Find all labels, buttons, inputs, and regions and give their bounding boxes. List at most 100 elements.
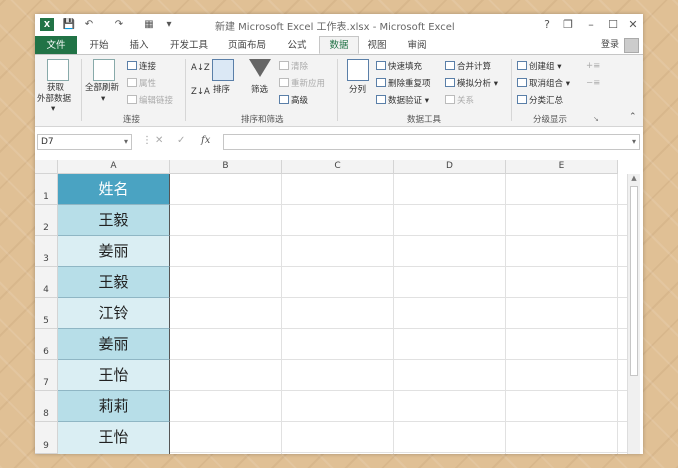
row-header[interactable]: 8 <box>35 391 58 422</box>
reapply-icon <box>279 78 289 87</box>
form-icon[interactable]: ▦ <box>142 18 156 32</box>
consolidate-button[interactable]: 合并计算 <box>445 61 491 73</box>
subtotal-button[interactable]: 分类汇总 <box>517 95 563 107</box>
column-d-cells[interactable] <box>394 174 506 454</box>
excel-logo-icon[interactable]: X <box>40 18 54 31</box>
window-title: 新建 Microsoft Excel 工作表.xlsx - Microsoft … <box>215 22 455 33</box>
row-header[interactable]: 3 <box>35 236 58 267</box>
column-f-cells[interactable] <box>618 174 627 454</box>
cell-a5[interactable]: 江铃 <box>58 298 170 329</box>
remove-duplicates-button[interactable]: 删除重复项 <box>376 78 431 90</box>
close-button[interactable]: ✕ <box>624 17 642 33</box>
flash-fill-button[interactable]: 快速填充 <box>376 61 422 73</box>
relationships-icon <box>445 95 455 104</box>
row-header[interactable]: 4 <box>35 267 58 298</box>
column-e-cells[interactable] <box>506 174 618 454</box>
column-b-cells[interactable] <box>170 174 282 454</box>
ribbon-display-options-icon[interactable]: ❐ <box>559 17 577 33</box>
cell-a7[interactable]: 王怡 <box>58 360 170 391</box>
properties-icon <box>127 78 137 87</box>
column-header-b[interactable]: B <box>170 160 282 174</box>
connections-button[interactable]: 连接 <box>127 61 156 73</box>
get-external-data-button[interactable]: 获取 <box>47 83 64 94</box>
sort-ascending-button[interactable]: A↓Z <box>191 63 210 74</box>
cell-a4[interactable]: 王毅 <box>58 267 170 298</box>
tab-review[interactable]: 审阅 <box>401 36 433 55</box>
cell-a1[interactable]: 姓名 <box>58 174 170 205</box>
reapply-button[interactable]: 重新应用 <box>279 78 325 90</box>
maximize-button[interactable]: ☐ <box>604 17 622 33</box>
group-button[interactable]: 创建组 ▾ <box>517 61 561 73</box>
column-header-c[interactable]: C <box>282 160 394 174</box>
text-to-columns-button[interactable]: 分列 <box>349 85 366 96</box>
collapse-ribbon-icon[interactable]: ⌃ <box>629 112 637 122</box>
redo-icon[interactable]: ↷ <box>112 18 126 32</box>
cell-a8[interactable]: 莉莉 <box>58 391 170 422</box>
properties-button[interactable]: 属性 <box>127 78 156 90</box>
hide-detail-icon[interactable]: −≡ <box>586 78 600 89</box>
dialog-launcher-icon[interactable]: ↘ <box>593 115 599 123</box>
sign-in-link[interactable]: 登录 <box>601 36 619 55</box>
row-header[interactable]: 9 <box>35 422 58 454</box>
filter-button[interactable]: 筛选 <box>251 85 268 96</box>
data-validation-button[interactable]: 数据验证 ▾ <box>376 95 429 107</box>
what-if-analysis-button[interactable]: 模拟分析 ▾ <box>445 78 498 90</box>
cell-a2[interactable]: 王毅 <box>58 205 170 236</box>
column-c-cells[interactable] <box>282 174 394 454</box>
sort-button[interactable]: 排序 <box>213 85 230 96</box>
show-detail-icon[interactable]: +≡ <box>586 61 600 72</box>
ungroup-button[interactable]: 取消组合 ▾ <box>517 78 570 90</box>
minimize-button[interactable]: – <box>582 17 600 33</box>
undo-icon[interactable]: ↶ <box>82 18 96 32</box>
tab-insert[interactable]: 插入 <box>123 36 155 55</box>
chevron-down-icon[interactable]: ▾ <box>101 94 105 105</box>
tab-view[interactable]: 视图 <box>361 36 393 55</box>
relationships-button[interactable]: 关系 <box>445 95 474 107</box>
worksheet-grid[interactable]: A B C D E 1 姓名 2 王毅 3 姜丽 4 王毅 5 江铃 6 姜丽 … <box>35 160 643 454</box>
row-header[interactable]: 1 <box>35 174 58 205</box>
vertical-scrollbar[interactable]: ▲ <box>627 174 640 454</box>
scrollbar-thumb[interactable] <box>630 186 638 376</box>
cell-a9[interactable]: 王怡 <box>58 422 170 454</box>
row-header[interactable]: 6 <box>35 329 58 360</box>
chevron-down-icon[interactable]: ▾ <box>124 135 128 149</box>
advanced-filter-icon <box>279 95 289 104</box>
group-label-outline: 分级显示 <box>533 115 568 125</box>
enter-icon[interactable]: ✓ <box>177 135 185 146</box>
tab-formulas[interactable]: 公式 <box>281 36 313 55</box>
scroll-up-icon[interactable]: ▲ <box>628 174 640 182</box>
save-icon[interactable]: 💾 <box>62 18 76 32</box>
customize-qat-icon[interactable]: ▾ <box>162 18 176 32</box>
flash-fill-icon <box>376 61 386 70</box>
tab-home[interactable]: 开始 <box>83 36 115 55</box>
edit-links-button[interactable]: 编辑链接 <box>127 95 173 107</box>
sort-descending-button[interactable]: Z↓A <box>191 87 210 98</box>
chevron-down-icon[interactable]: ▾ <box>632 137 636 146</box>
cell-a3[interactable]: 姜丽 <box>58 236 170 267</box>
help-button[interactable]: ? <box>538 17 556 33</box>
row-header[interactable]: 5 <box>35 298 58 329</box>
cancel-icon[interactable]: ✕ <box>155 135 163 146</box>
column-header-d[interactable]: D <box>394 160 506 174</box>
insert-function-icon[interactable]: fx <box>201 135 210 146</box>
excel-window: X 💾 ↶ ↷ ▦ ▾ 新建 Microsoft Excel 工作表.xlsx … <box>35 14 643 454</box>
select-all-button[interactable] <box>35 160 58 174</box>
column-header-a[interactable]: A <box>58 160 170 174</box>
chevron-down-icon[interactable]: ▾ <box>51 104 55 115</box>
group-label-connections: 连接 <box>123 115 141 125</box>
name-box[interactable]: D7 ▾ <box>37 134 132 150</box>
refresh-all-button[interactable]: 全部刷新 <box>85 83 119 94</box>
tab-file[interactable]: 文件 <box>35 36 77 55</box>
subtotal-icon <box>517 95 527 104</box>
cell-a6[interactable]: 姜丽 <box>58 329 170 360</box>
tab-developer[interactable]: 开发工具 <box>163 36 215 55</box>
tab-page-layout[interactable]: 页面布局 <box>221 36 273 55</box>
formula-input[interactable]: ▾ <box>223 134 640 150</box>
row-header[interactable]: 7 <box>35 360 58 391</box>
avatar[interactable] <box>624 38 639 53</box>
column-header-e[interactable]: E <box>506 160 618 174</box>
row-header[interactable]: 2 <box>35 205 58 236</box>
advanced-filter-button[interactable]: 高级 <box>279 95 308 107</box>
tab-data[interactable]: 数据 <box>319 36 359 54</box>
clear-filter-button[interactable]: 清除 <box>279 61 308 73</box>
